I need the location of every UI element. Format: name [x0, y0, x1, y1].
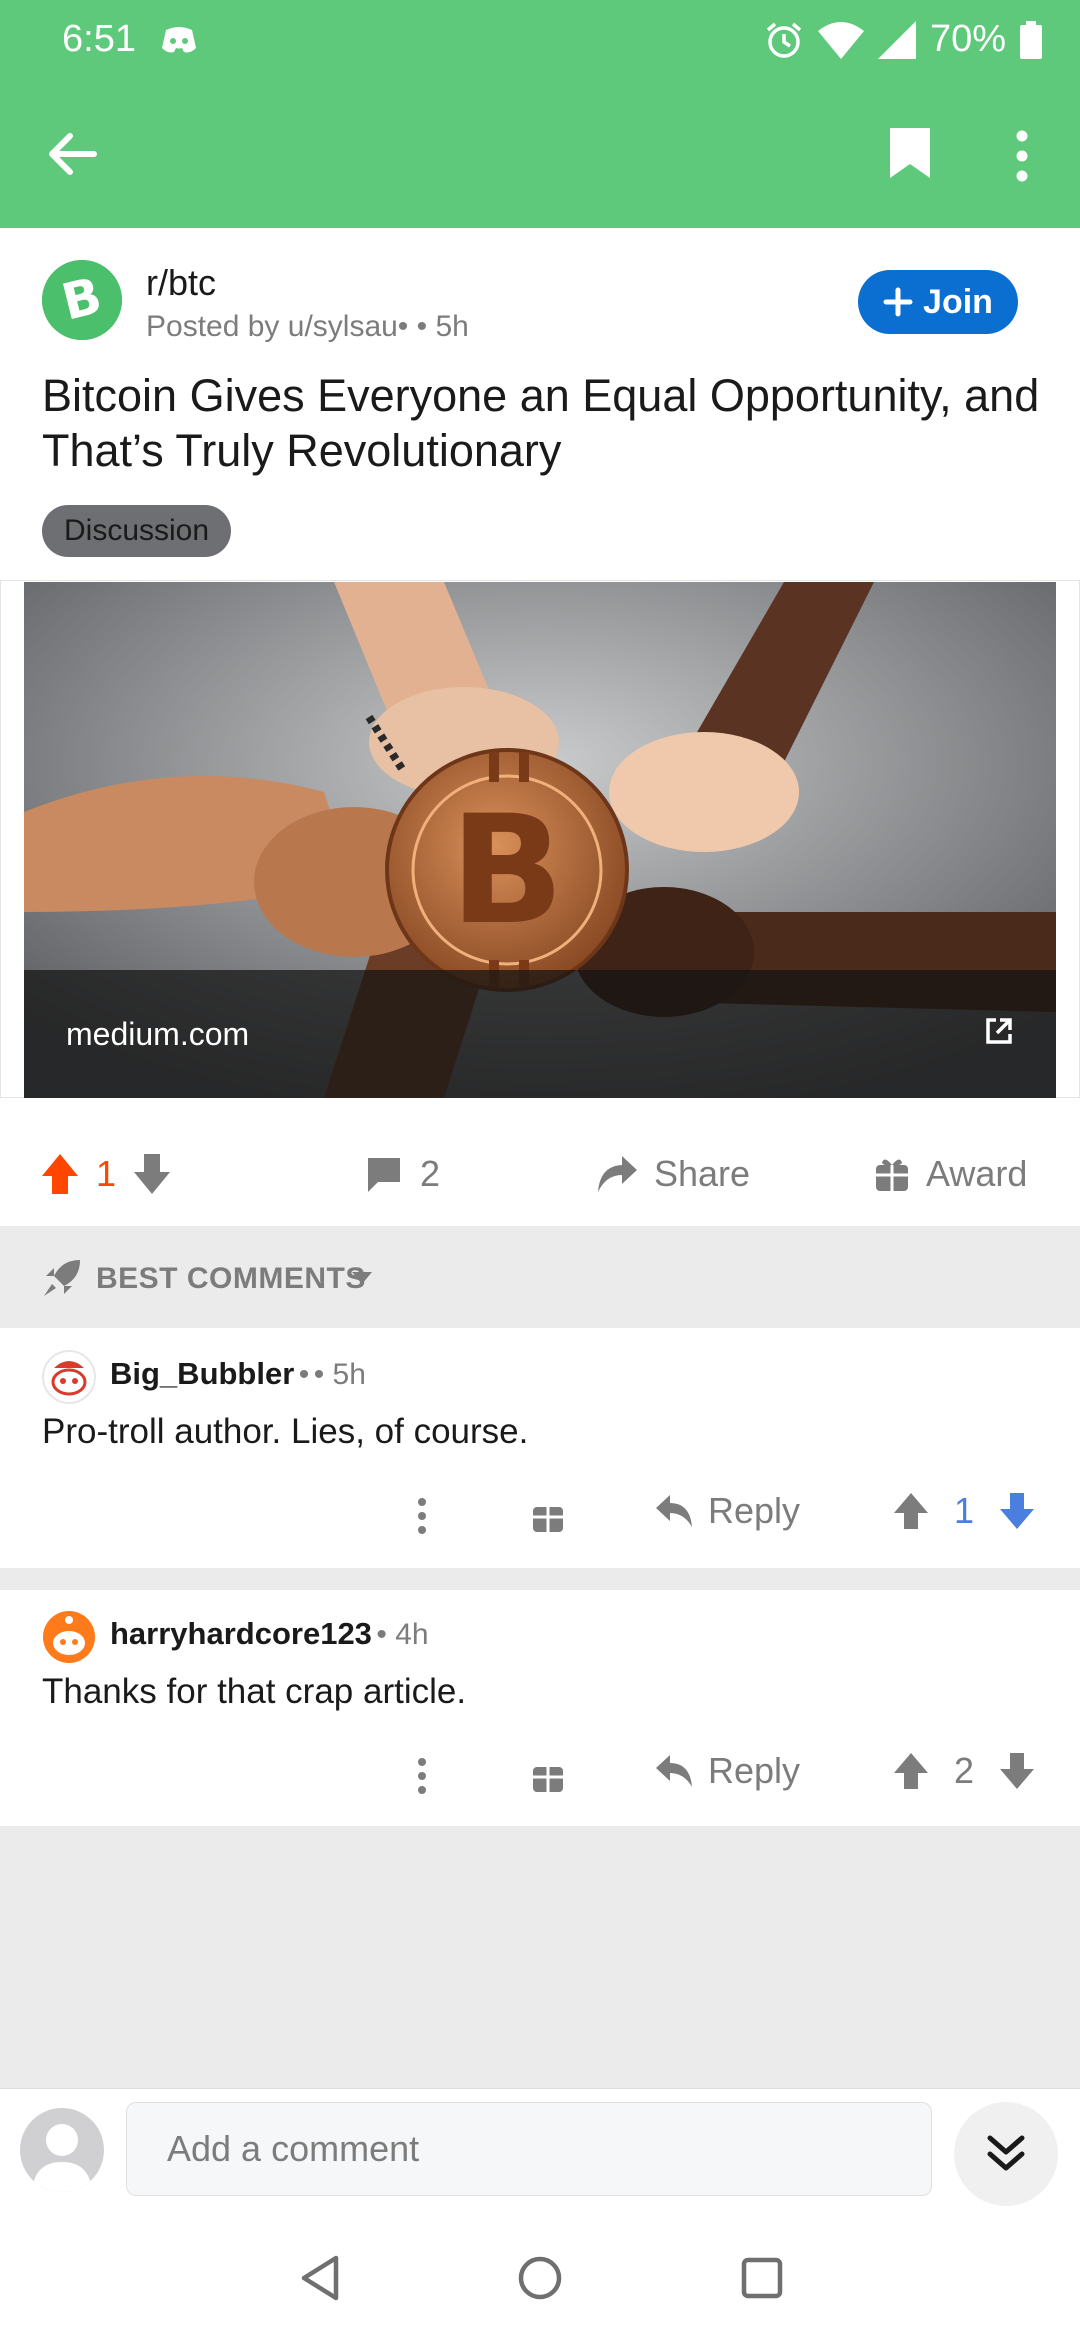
upvote-icon[interactable] [892, 1491, 930, 1531]
comment-more-icon[interactable] [414, 1496, 430, 1536]
comment-header: harryhardcore123 • 4h [110, 1616, 429, 1652]
comment-dot: • [298, 1358, 310, 1391]
downvote-icon[interactable] [998, 1751, 1036, 1791]
double-chevron-down-icon [987, 2135, 1025, 2171]
empty-comments-area [0, 1826, 1080, 2088]
user-silhouette-icon [32, 2124, 92, 2192]
comment-vote-control: 1 [892, 1490, 1036, 1532]
commenter-avatar[interactable] [42, 1610, 96, 1664]
reply-button[interactable]: Reply [654, 1750, 800, 1792]
link-domain[interactable]: medium.com [66, 1016, 249, 1053]
upvote-icon[interactable] [892, 1751, 930, 1791]
status-icons: 70% [764, 18, 1042, 61]
post-meta: Posted by u/sylsau• • 5h [146, 310, 469, 344]
commenter-avatar[interactable] [42, 1350, 96, 1404]
comment-count: 2 [420, 1153, 441, 1194]
my-avatar[interactable] [20, 2108, 104, 2192]
sort-label[interactable]: BEST COMMENTS [96, 1262, 366, 1296]
reply-label: Reply [708, 1490, 801, 1531]
share-button[interactable]: Share [596, 1146, 750, 1202]
nav-home-icon[interactable] [516, 2254, 564, 2302]
signal-icon [877, 20, 916, 59]
posted-by[interactable]: Posted by u/sylsau• [146, 310, 408, 343]
reply-label: Reply [708, 1750, 801, 1791]
post-title[interactable]: Bitcoin Gives Everyone an Equal Opportun… [42, 368, 1042, 478]
comment-award-icon[interactable] [532, 1758, 564, 1794]
comment-divider [0, 1568, 1080, 1590]
comment-author[interactable]: Big_Bubbler [110, 1356, 294, 1391]
comment-vote-control: 2 [892, 1750, 1036, 1792]
wifi-icon [817, 21, 864, 59]
upvote-icon[interactable] [40, 1152, 80, 1196]
comment-award-icon[interactable] [532, 1498, 564, 1534]
add-comment-input[interactable]: Add a comment [126, 2102, 932, 2196]
vote-count: 1 [96, 1153, 117, 1194]
collapse-comments-button[interactable] [954, 2102, 1058, 2206]
svg-text:B: B [450, 784, 564, 958]
reply-button[interactable]: Reply [654, 1490, 800, 1532]
more-options-icon[interactable] [1012, 128, 1032, 184]
alarm-icon [766, 22, 802, 58]
reply-arrow-icon [656, 1495, 692, 1527]
chevron-down-icon[interactable] [350, 1270, 374, 1286]
battery-percent: 70% [929, 18, 1006, 60]
vote-control: 1 [40, 1146, 172, 1202]
discord-notification-icon [162, 27, 196, 53]
comment-more-icon[interactable] [414, 1756, 430, 1796]
comment-bubble-icon [368, 1158, 400, 1192]
post-age: • 5h [416, 310, 469, 343]
share-label: Share [654, 1153, 751, 1194]
join-button[interactable]: Join [858, 270, 1018, 334]
comment-age: • 5h [313, 1358, 366, 1391]
subreddit-avatar[interactable]: B [42, 260, 122, 340]
post-flair[interactable]: Discussion [42, 505, 232, 557]
comment-author[interactable]: harryhardcore123 [110, 1616, 372, 1651]
comment-score: 2 [954, 1750, 975, 1791]
nav-back-icon[interactable] [298, 2254, 342, 2302]
award-label: Award [926, 1153, 1028, 1194]
downvote-icon[interactable] [998, 1491, 1036, 1531]
rocket-icon [44, 1260, 80, 1296]
comment-age: • 4h [376, 1618, 429, 1651]
share-arrow-icon [598, 1156, 637, 1192]
plus-icon [883, 287, 913, 317]
bookmark-icon[interactable] [886, 124, 934, 182]
reply-arrow-icon [656, 1755, 692, 1787]
downvote-icon[interactable] [132, 1152, 172, 1196]
join-label: Join [923, 282, 993, 321]
award-button[interactable]: Award [874, 1146, 1027, 1202]
comment-score: 1 [954, 1490, 975, 1531]
subreddit-name[interactable]: r/btc [146, 262, 216, 304]
battery-icon [1020, 20, 1042, 59]
comment-body: Thanks for that crap article. [42, 1672, 467, 1711]
back-arrow-icon[interactable] [44, 126, 100, 182]
gift-icon [876, 1159, 908, 1191]
comment-body: Pro-troll author. Lies, of course. [42, 1412, 529, 1451]
comments-button[interactable]: 2 [364, 1146, 440, 1202]
nav-recents-icon[interactable] [740, 2256, 784, 2300]
external-link-icon[interactable] [984, 1016, 1014, 1046]
comment-header: Big_Bubbler • • 5h [110, 1356, 366, 1392]
status-time: 6:51 [62, 18, 136, 60]
bitcoin-cash-logo-icon: B [42, 260, 122, 340]
